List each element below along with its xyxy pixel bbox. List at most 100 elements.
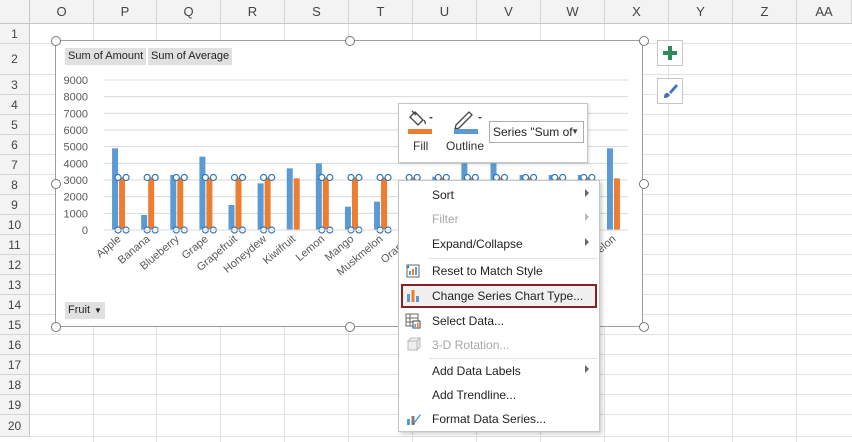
row-header-3[interactable]: 3 xyxy=(0,75,30,95)
row-header-1[interactable]: 1 xyxy=(0,24,30,44)
column-header-o[interactable]: O xyxy=(30,0,94,24)
fill-button[interactable] xyxy=(407,108,435,139)
row-header-19[interactable]: 19 xyxy=(0,395,30,415)
resize-handle[interactable] xyxy=(51,36,61,46)
row-header-10[interactable]: 10 xyxy=(0,215,30,235)
menu-item-label: Sort xyxy=(432,188,455,202)
column-header-r[interactable]: R xyxy=(221,0,285,24)
y-tick-label: 0 xyxy=(82,225,88,237)
menu-item-label: Format Data Series... xyxy=(432,412,547,426)
row-header-9[interactable]: 9 xyxy=(0,195,30,215)
row-header-12[interactable]: 12 xyxy=(0,255,30,275)
bar-sum-of-amount xyxy=(606,148,613,230)
y-tick-label: 2000 xyxy=(64,192,88,204)
chart-elements-button[interactable] xyxy=(657,40,683,66)
series-selection-marker xyxy=(260,173,268,182)
resize-handle[interactable] xyxy=(639,36,649,46)
column-header-x[interactable]: X xyxy=(605,0,669,24)
y-tick-label: 7000 xyxy=(64,108,88,120)
resize-handle[interactable] xyxy=(345,322,355,332)
menu-item-select-data[interactable]: Select Data... xyxy=(401,309,597,333)
series-selection-marker xyxy=(209,173,217,182)
bar-sum-of-average xyxy=(119,177,126,230)
bar-sum-of-average xyxy=(351,177,358,230)
bar-sum-of-average xyxy=(293,178,300,230)
resize-handle[interactable] xyxy=(51,179,61,189)
outline-button[interactable] xyxy=(452,108,484,139)
column-header-u[interactable]: U xyxy=(413,0,477,24)
series-select[interactable]: Series "Sum of ▼ xyxy=(489,121,584,143)
menu-item-label: Add Trendline... xyxy=(432,388,517,402)
bar-sum-of-average xyxy=(381,177,388,230)
series-selection-marker xyxy=(230,173,239,182)
y-tick-label: 1000 xyxy=(64,208,88,220)
series-selection-marker xyxy=(114,173,122,182)
bar-sum-of-average xyxy=(148,177,155,230)
menu-item-change-series-chart-type[interactable]: Change Series Chart Type... xyxy=(401,284,597,308)
outline-label[interactable]: Outline xyxy=(446,139,484,153)
menu-item-reset-to-match-style[interactable]: Reset to Match Style xyxy=(401,259,597,283)
series-selection-marker xyxy=(151,173,159,182)
row-header-18[interactable]: 18 xyxy=(0,375,30,395)
column-header-q[interactable]: Q xyxy=(157,0,221,24)
bar-sum-of-amount xyxy=(286,168,293,230)
column-header-p[interactable]: P xyxy=(94,0,157,24)
bar-sum-of-amount xyxy=(374,201,381,230)
column-header-s[interactable]: S xyxy=(285,0,349,24)
chart-styles-button[interactable] xyxy=(657,78,683,104)
row-header-15[interactable]: 15 xyxy=(0,315,30,335)
menu-item-add-data-labels[interactable]: Add Data Labels xyxy=(401,359,597,383)
row-header-11[interactable]: 11 xyxy=(0,235,30,255)
bar-sum-of-amount xyxy=(112,148,119,230)
column-header-z[interactable]: Z xyxy=(733,0,797,24)
row-header-7[interactable]: 7 xyxy=(0,155,30,175)
row-header-2[interactable]: 2 xyxy=(0,44,30,75)
bar-sum-of-average xyxy=(613,178,620,230)
row-header-4[interactable]: 4 xyxy=(0,95,30,115)
row-header-5[interactable]: 5 xyxy=(0,115,30,135)
bar-sum-of-amount xyxy=(315,163,322,230)
column-header-y[interactable]: Y xyxy=(669,0,733,24)
series-selection-marker xyxy=(355,173,363,182)
menu-item-expand-collapse[interactable]: Expand/Collapse xyxy=(401,232,597,256)
menu-item-add-trendline[interactable]: Add Trendline... xyxy=(401,383,597,407)
menu-item-format-data-series[interactable]: Format Data Series... xyxy=(401,407,597,431)
menu-item-sort[interactable]: Sort xyxy=(401,183,597,207)
row-header-17[interactable]: 17 xyxy=(0,355,30,375)
series-selection-marker xyxy=(238,173,247,182)
resize-handle[interactable] xyxy=(639,179,649,189)
column-header-aa[interactable]: AA xyxy=(797,0,852,24)
menu-item-label: 3-D Rotation... xyxy=(432,338,510,352)
column-header-t[interactable]: T xyxy=(349,0,413,24)
column-header-v[interactable]: V xyxy=(477,0,541,24)
column-header-w[interactable]: W xyxy=(541,0,605,24)
series-selection-marker xyxy=(384,173,392,182)
series-selection-marker xyxy=(201,173,209,182)
row-header-8[interactable]: 8 xyxy=(0,175,30,195)
chart-type-icon xyxy=(407,290,419,302)
format-series-icon xyxy=(407,414,421,425)
menu-item-filter[interactable]: Filter xyxy=(401,207,597,231)
row-header-16[interactable]: 16 xyxy=(0,335,30,355)
menu-item-3d-rotation[interactable]: 3-D Rotation... xyxy=(401,333,597,357)
fill-label[interactable]: Fill xyxy=(413,139,428,153)
paint-bucket-icon xyxy=(408,110,433,134)
y-tick-label: 9000 xyxy=(64,75,88,87)
row-header-13[interactable]: 13 xyxy=(0,275,30,295)
resize-handle[interactable] xyxy=(51,322,61,332)
bar-sum-of-average xyxy=(322,177,329,230)
row-header-6[interactable]: 6 xyxy=(0,135,30,155)
resize-handle[interactable] xyxy=(345,36,355,46)
row-header-14[interactable]: 14 xyxy=(0,295,30,315)
select-all-corner[interactable] xyxy=(0,0,30,24)
category-label: Kiwifruit xyxy=(261,233,298,267)
row-header-20[interactable]: 20 xyxy=(0,415,30,437)
chevron-right-icon xyxy=(585,365,589,373)
bar-sum-of-amount xyxy=(257,183,264,230)
resize-handle[interactable] xyxy=(639,322,649,332)
series-selection-marker xyxy=(172,173,180,182)
series-selection-marker xyxy=(268,173,276,182)
brush-icon xyxy=(664,84,678,98)
plus-icon xyxy=(663,46,677,60)
chevron-right-icon xyxy=(585,189,589,197)
